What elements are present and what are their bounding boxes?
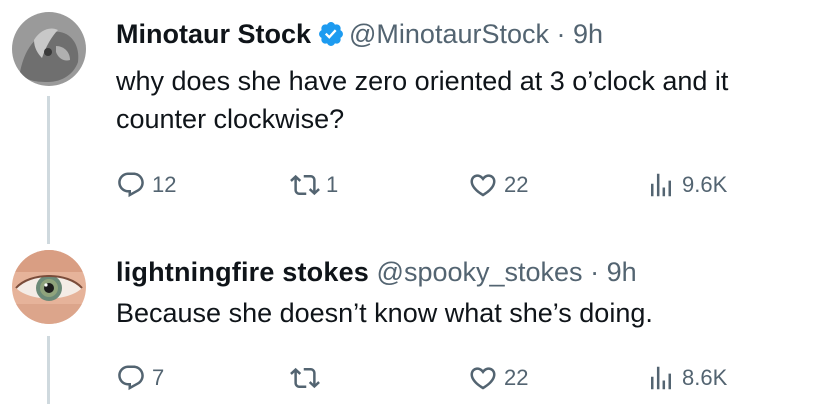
reply-icon (118, 172, 144, 198)
thread-line (47, 96, 50, 230)
views-count: 9.6K (682, 172, 728, 197)
display-name[interactable]: Minotaur Stock (116, 19, 311, 49)
like-count: 22 (504, 365, 529, 390)
tweet-1: Minotaur Stock @MinotaurStock · 9h why do… (0, 0, 816, 230)
retweet-button[interactable] (290, 362, 326, 394)
tweet-header: Minotaur Stock @MinotaurStock · 9h (116, 18, 603, 50)
retweet-button[interactable]: 1 (290, 169, 338, 201)
like-count: 22 (504, 172, 529, 197)
retweet-icon (290, 174, 320, 196)
retweet-count: 1 (326, 172, 339, 197)
user-handle[interactable]: @spooky_stokes (377, 257, 583, 287)
thread-line (47, 230, 50, 244)
reply-button[interactable]: 12 (116, 169, 176, 201)
timestamp[interactable]: 9h (573, 19, 603, 49)
tweet-text: why does she have zero oriented at 3 o’c… (116, 66, 729, 134)
timestamp[interactable]: 9h (607, 257, 637, 287)
display-name[interactable]: lightningfire stokes (116, 257, 369, 287)
like-button[interactable]: 22 (468, 362, 528, 394)
avatar-minotaur[interactable] (12, 12, 86, 86)
like-icon (470, 174, 496, 197)
separator: · (590, 257, 600, 287)
thread-line (47, 336, 50, 404)
reply-count: 7 (152, 365, 165, 390)
separator: · (556, 19, 566, 49)
tweet-header: lightningfire stokes @spooky_stokes · 9h (116, 256, 637, 288)
like-button[interactable]: 22 (468, 169, 528, 201)
retweet-icon (290, 367, 320, 389)
verified-badge-icon (319, 22, 343, 46)
views-button[interactable]: 8.6K (646, 362, 727, 394)
reply-count: 12 (152, 172, 177, 197)
views-icon (651, 366, 671, 390)
views-icon (651, 173, 671, 197)
like-icon (470, 367, 496, 390)
user-handle[interactable]: @MinotaurStock (349, 19, 549, 49)
views-button[interactable]: 9.6K (646, 169, 727, 201)
avatar-lightningfire[interactable] (12, 250, 86, 324)
reply-button[interactable]: 7 (116, 362, 164, 394)
tweet-2: lightningfire stokes @spooky_stokes · 9h… (0, 230, 816, 404)
views-count: 8.6K (682, 365, 728, 390)
tweet-text: Because she doesn’t know what she’s doin… (116, 298, 653, 328)
reply-icon (118, 365, 144, 391)
